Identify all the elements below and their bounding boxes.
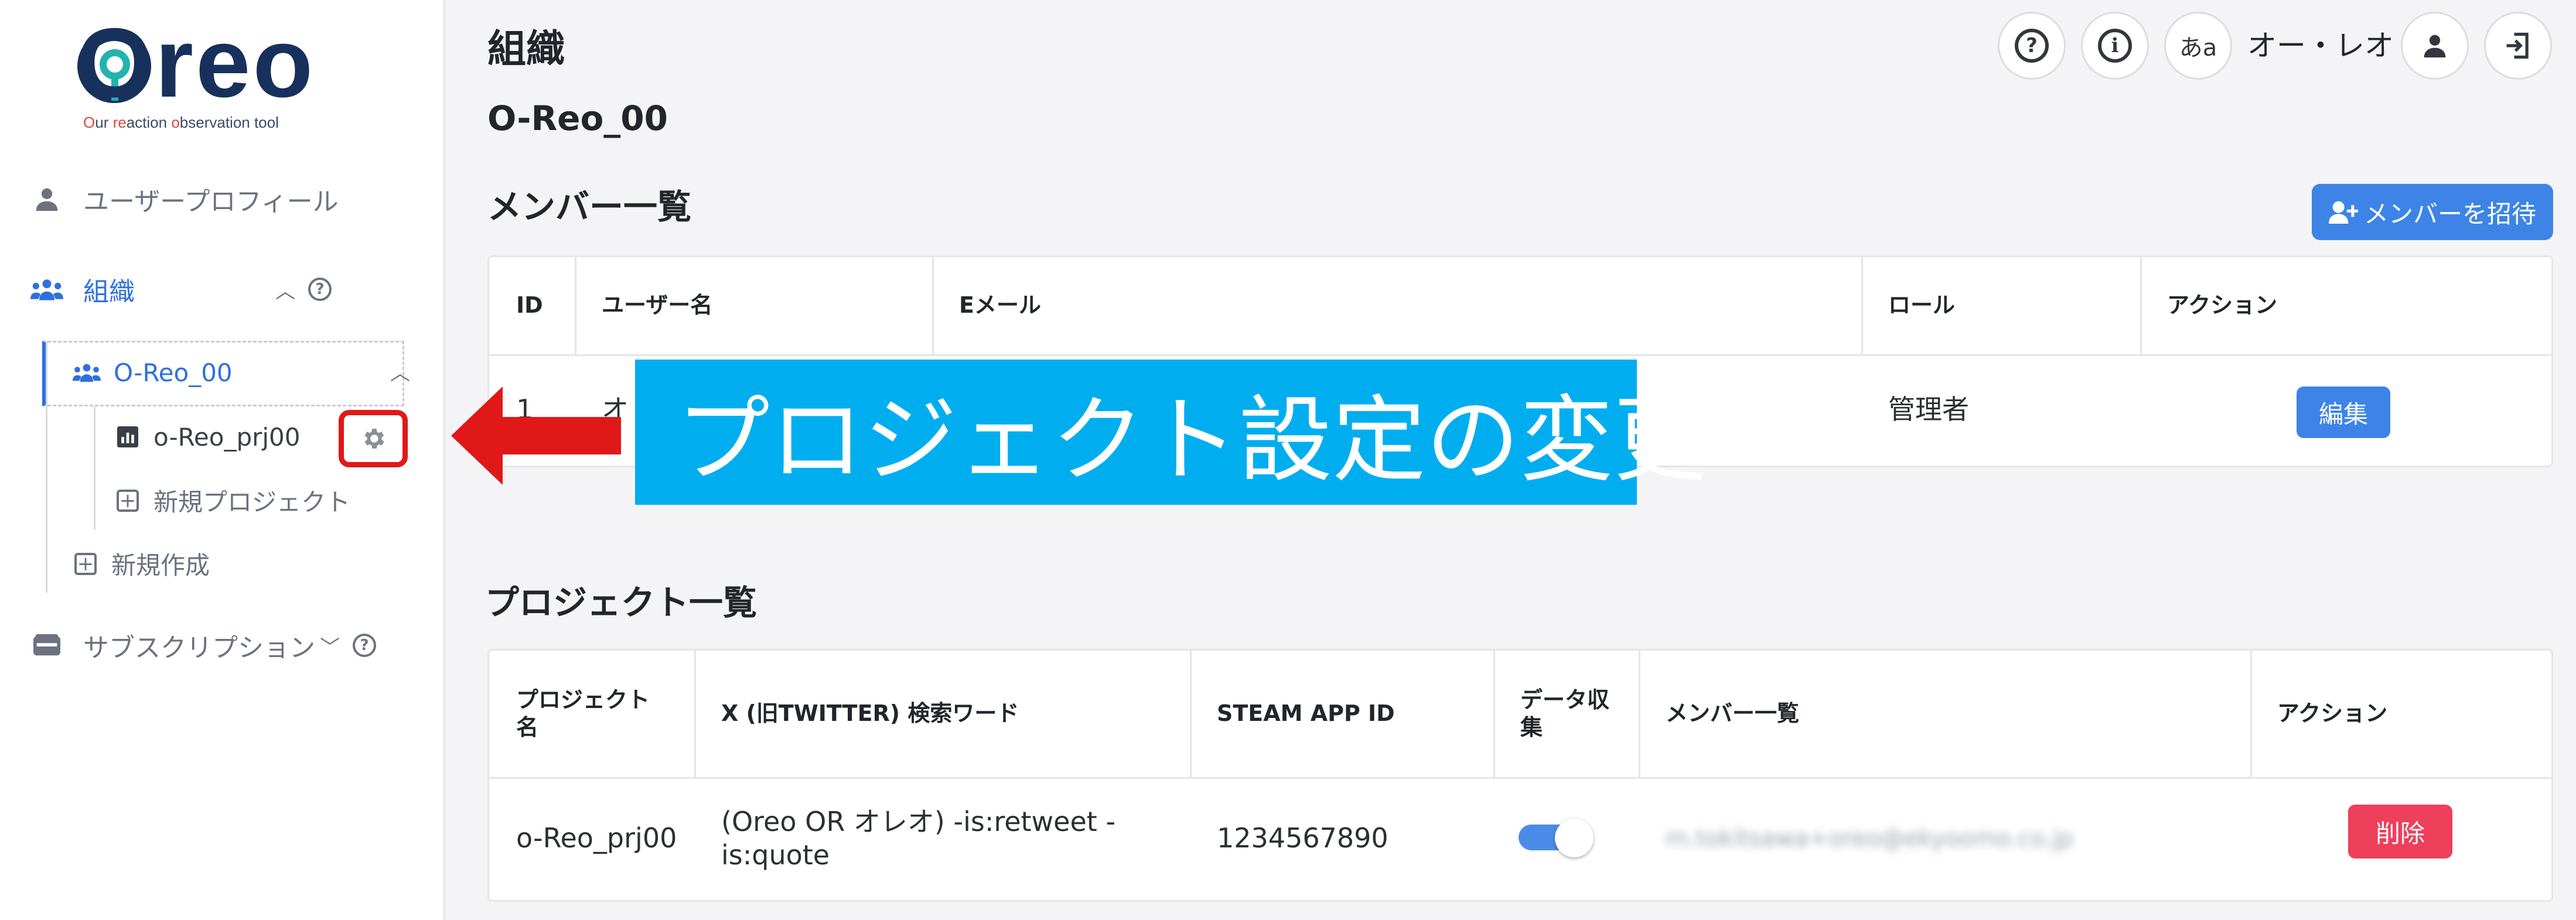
new-org-button[interactable]: + 新規作成 [73, 546, 210, 582]
column-header: データ収集 [1520, 686, 1610, 741]
red-arrow-annotation [451, 387, 621, 485]
column-header: アクション [2277, 700, 2388, 727]
sidebar-item-project[interactable]: o-Reo_prj00 [115, 420, 301, 453]
members-section-title: メンバー一覧 [487, 187, 692, 227]
users-group-icon [30, 273, 63, 306]
user-icon [30, 183, 63, 216]
column-header: ユーザー名 [602, 292, 713, 319]
column-header: STEAM APP ID [1217, 700, 1395, 727]
sidebar-item-subscription[interactable]: サブスクリプション ﹀ ? [30, 627, 376, 664]
language-button[interactable]: あa [2164, 12, 2232, 80]
sidebar-item-organization[interactable]: 組織 ︿ ? [30, 271, 332, 308]
gear-icon [364, 429, 384, 449]
project-steam-id-cell: 1234567890 [1217, 822, 1388, 854]
users-group-icon [70, 356, 103, 389]
project-search-word-cell: (Oreo OR オレオ) -is:retweet -is:quote [721, 805, 1116, 871]
delete-project-button[interactable]: 削除 [2348, 805, 2452, 859]
plus-square-icon: + [115, 484, 141, 517]
data-collection-toggle[interactable] [1519, 819, 1594, 857]
column-header: メンバー一覧 [1666, 700, 1800, 727]
organization-name: O-Reo_00 [487, 98, 668, 138]
oreo-logo[interactable]: Oreo Our reaction observation tool [70, 8, 340, 131]
project-members-cell: m.tokitsawa+oreo@ekyoomo.co.jp [1666, 825, 2074, 852]
chevron-down-icon[interactable]: ﹀ [320, 631, 340, 660]
column-header: ロール [1888, 292, 1956, 319]
column-header: X (旧TWITTER) 検索ワード [721, 700, 1019, 727]
wallet-icon [30, 629, 63, 662]
user-plus-icon [2328, 201, 2358, 224]
new-project-button[interactable]: + 新規プロジェクト [115, 483, 350, 518]
help-icon: ? [2015, 29, 2049, 63]
help-icon[interactable]: ? [353, 634, 376, 657]
logout-button[interactable] [2484, 12, 2552, 80]
help-icon[interactable]: ? [308, 278, 332, 301]
invite-member-button[interactable]: メンバーを招待 [2312, 184, 2553, 240]
projects-table: プロジェクト名 X (旧TWITTER) 検索ワード STEAM APP ID … [487, 649, 2553, 902]
plus-square-icon: + [73, 548, 98, 580]
project-name-cell: o-Reo_prj00 [516, 822, 677, 854]
chevron-up-icon[interactable]: ︿ [275, 275, 295, 304]
projects-section-title: プロジェクト一覧 [485, 583, 758, 623]
language-icon: あa [2179, 35, 2217, 61]
logout-icon [2506, 32, 2529, 59]
bar-chart-icon [115, 420, 141, 453]
user-menu-button[interactable] [2401, 12, 2469, 80]
logo-tagline: Our reaction observation tool [83, 114, 279, 131]
member-role-cell: 管理者 [1888, 394, 1969, 426]
column-header: Eメール [959, 292, 1041, 319]
sidebar-item-label: O-Reo_00 [114, 358, 233, 387]
current-user-name: オー・レオ [2247, 29, 2394, 63]
column-header: ID [516, 292, 543, 319]
project-settings-button[interactable] [339, 410, 408, 467]
column-header: プロジェクト名 [516, 686, 650, 741]
page-title: 組織 [487, 26, 565, 71]
sidebar-item-label: o-Reo_prj00 [153, 422, 301, 452]
help-button[interactable]: ? [1998, 12, 2066, 80]
sidebar: Oreo Our reaction observation tool ユーザープ… [0, 0, 445, 920]
sidebar-item-org-o-reo[interactable]: O-Reo_00 [70, 356, 233, 389]
sidebar-item-label: 新規プロジェクト [153, 488, 351, 517]
logo-wordmark: Oreo [76, 8, 316, 118]
sidebar-item-profile[interactable]: ユーザープロフィール [30, 180, 339, 218]
sidebar-item-label: 組織 [83, 277, 135, 307]
edit-member-button[interactable]: 編集 [2297, 387, 2390, 438]
sidebar-item-label: 新規作成 [111, 551, 210, 580]
user-icon [2424, 35, 2446, 58]
annotation-callout: プロジェクト設定の変更 [635, 360, 1707, 505]
info-button[interactable]: i [2081, 12, 2149, 80]
sidebar-item-label: サブスクリプション [83, 633, 315, 663]
sidebar-item-label: ユーザープロフィール [83, 187, 339, 217]
chevron-up-icon[interactable]: ︿ [390, 357, 410, 386]
info-icon: i [2098, 29, 2132, 63]
column-header: アクション [2167, 292, 2278, 319]
